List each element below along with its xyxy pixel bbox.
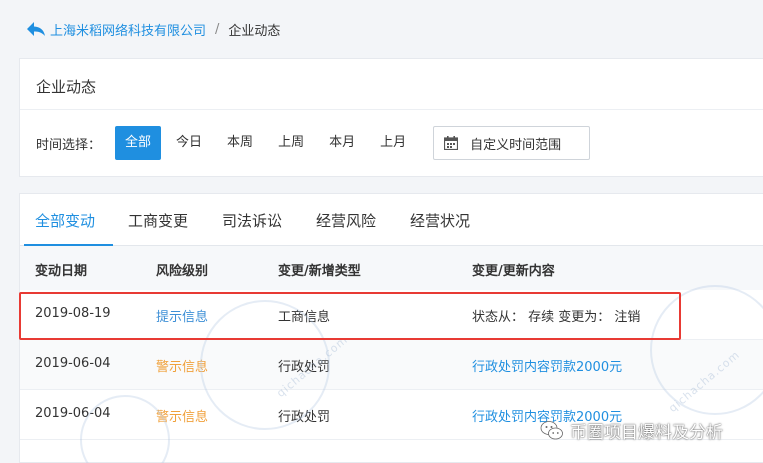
custom-date-range-button[interactable]: 自定义时间范围 xyxy=(433,126,591,160)
filter-option-last-week[interactable]: 上周 xyxy=(268,126,314,160)
divider xyxy=(20,109,763,110)
tab-operating-status[interactable]: 经营状况 xyxy=(410,210,470,231)
tab-judicial-litigation[interactable]: 司法诉讼 xyxy=(222,210,282,231)
row-change-content-link[interactable]: 行政处罚内容罚款2000元 xyxy=(472,356,622,375)
tab-business-changes[interactable]: 工商变更 xyxy=(128,210,188,231)
breadcrumb: 上海米稻网络科技有限公司 / 企业动态 xyxy=(26,18,280,40)
wechat-watermark: 币圈项目爆料及分析 xyxy=(540,418,723,443)
time-filter-row: 时间选择： 全部 今日 本周 上周 本月 上月 自定义时间范围 xyxy=(36,126,591,160)
filter-option-last-month[interactable]: 上月 xyxy=(370,126,416,160)
filter-option-this-week[interactable]: 本周 xyxy=(217,126,263,160)
filter-card: 企业动态 时间选择： 全部 今日 本周 上周 本月 上月 自定义时间范围 xyxy=(19,58,763,177)
change-type-tabs: 全部变动 工商变更 司法诉讼 经营风险 经营状况 xyxy=(20,194,763,246)
column-header-change-type: 变更/新增类型 xyxy=(278,264,361,279)
tab-operating-risk[interactable]: 经营风险 xyxy=(316,210,376,231)
overlay-caption: 币圈项目爆料及分析 xyxy=(570,423,723,443)
column-header-date: 变动日期 xyxy=(35,264,88,279)
breadcrumb-company-link[interactable]: 上海米稻网络科技有限公司 xyxy=(50,20,206,39)
filter-card-title: 企业动态 xyxy=(36,78,97,96)
table-header: 变动日期 风险级别 变更/新增类型 变更/更新内容 xyxy=(20,246,763,290)
highlight-box xyxy=(19,292,681,340)
breadcrumb-separator: / xyxy=(215,21,220,37)
filter-option-today[interactable]: 今日 xyxy=(166,126,212,160)
row-date: 2019-06-04 xyxy=(35,356,111,371)
column-header-risk-level: 风险级别 xyxy=(156,264,209,279)
calendar-icon xyxy=(444,136,459,150)
time-filter-label: 时间选择： xyxy=(36,137,102,153)
breadcrumb-current: 企业动态 xyxy=(228,23,281,39)
filter-option-all[interactable]: 全部 xyxy=(115,126,162,160)
column-header-change-content: 变更/更新内容 xyxy=(472,264,555,279)
filter-option-this-month[interactable]: 本月 xyxy=(319,126,365,160)
tab-all-changes[interactable]: 全部变动 xyxy=(35,210,95,231)
back-arrow-icon[interactable] xyxy=(26,20,46,38)
custom-date-range-label: 自定义时间范围 xyxy=(470,137,562,153)
wechat-icon xyxy=(540,420,563,439)
